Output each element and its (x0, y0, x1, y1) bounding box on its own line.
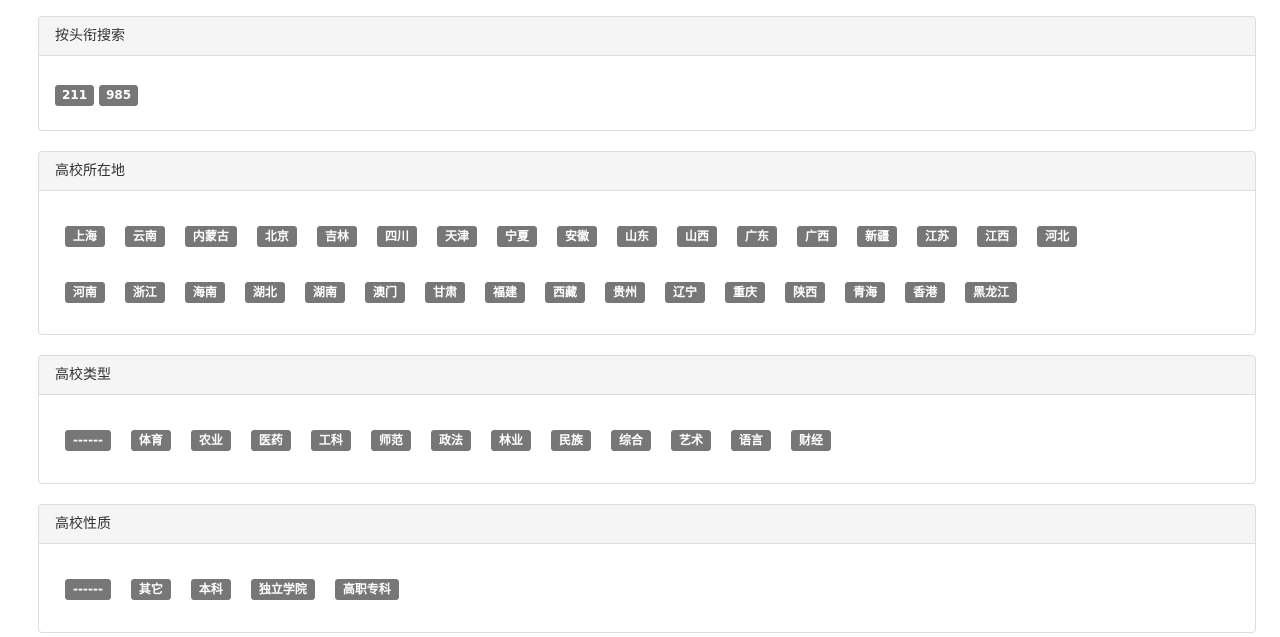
tag-type[interactable]: 林业 (491, 430, 532, 451)
tag-location[interactable]: 广西 (797, 226, 838, 247)
tag-location[interactable]: 贵州 (605, 282, 646, 303)
tag-nature[interactable]: 独立学院 (251, 579, 316, 600)
panel-location: 高校所在地 上海 云南 内蒙古 北京 吉林 四川 天津 宁夏 安徽 山东 山西 … (38, 151, 1256, 335)
tag-location[interactable]: 云南 (125, 226, 166, 247)
tag-location[interactable]: 河南 (65, 282, 106, 303)
tag-type[interactable]: 师范 (371, 430, 412, 451)
tag-type[interactable]: 医药 (251, 430, 292, 451)
tag-location[interactable]: 福建 (485, 282, 526, 303)
panel-body-title-search: 211 985 (39, 56, 1255, 130)
tag-location[interactable]: 北京 (257, 226, 298, 247)
tag-location[interactable]: 新疆 (857, 226, 898, 247)
tag-location[interactable]: 安徽 (557, 226, 598, 247)
panel-body-type: ------ 体育 农业 医药 工科 师范 政法 林业 民族 综合 艺术 语言 … (39, 395, 1255, 483)
tag-location[interactable]: 辽宁 (665, 282, 706, 303)
tag-location[interactable]: 青海 (845, 282, 886, 303)
tag-nature-any[interactable]: ------ (65, 579, 111, 600)
tag-location[interactable]: 广东 (737, 226, 778, 247)
panel-type: 高校类型 ------ 体育 农业 医药 工科 师范 政法 林业 民族 综合 艺… (38, 355, 1256, 484)
tag-location[interactable]: 江西 (977, 226, 1018, 247)
tag-type[interactable]: 农业 (191, 430, 232, 451)
tag-nature[interactable]: 高职专科 (335, 579, 400, 600)
tag-location[interactable]: 重庆 (725, 282, 766, 303)
tag-type-any[interactable]: ------ (65, 430, 111, 451)
panel-heading-location: 高校所在地 (39, 152, 1255, 191)
tag-location[interactable]: 江苏 (917, 226, 958, 247)
panel-title-search: 按头衔搜索 211 985 (38, 16, 1256, 131)
tag-location[interactable]: 河北 (1037, 226, 1078, 247)
tag-row-location-1: 上海 云南 内蒙古 北京 吉林 四川 天津 宁夏 安徽 山东 山西 广东 广西 … (65, 226, 1097, 247)
tag-985[interactable]: 985 (99, 85, 139, 106)
tag-location[interactable]: 内蒙古 (185, 226, 238, 247)
tag-location[interactable]: 西藏 (545, 282, 586, 303)
tag-location[interactable]: 天津 (437, 226, 478, 247)
tag-211[interactable]: 211 (55, 85, 95, 106)
panel-nature: 高校性质 ------ 其它 本科 独立学院 高职专科 (38, 504, 1256, 633)
tag-type[interactable]: 政法 (431, 430, 472, 451)
panel-heading-type: 高校类型 (39, 356, 1255, 395)
tag-location[interactable]: 湖北 (245, 282, 286, 303)
tag-nature[interactable]: 其它 (131, 579, 172, 600)
tag-location[interactable]: 浙江 (125, 282, 166, 303)
tag-location[interactable]: 甘肃 (425, 282, 466, 303)
tag-location[interactable]: 湖南 (305, 282, 346, 303)
tag-location[interactable]: 黑龙江 (965, 282, 1018, 303)
tag-location[interactable]: 山东 (617, 226, 658, 247)
tag-type[interactable]: 艺术 (671, 430, 712, 451)
tag-location[interactable]: 上海 (65, 226, 106, 247)
tag-row-type: ------ 体育 农业 医药 工科 师范 政法 林业 民族 综合 艺术 语言 … (65, 430, 851, 451)
tag-location[interactable]: 海南 (185, 282, 226, 303)
panel-body-location: 上海 云南 内蒙古 北京 吉林 四川 天津 宁夏 安徽 山东 山西 广东 广西 … (39, 191, 1255, 334)
tag-type[interactable]: 语言 (731, 430, 772, 451)
panel-body-nature: ------ 其它 本科 独立学院 高职专科 (39, 544, 1255, 632)
tag-location[interactable]: 澳门 (365, 282, 406, 303)
tag-type[interactable]: 综合 (611, 430, 652, 451)
tag-location[interactable]: 香港 (905, 282, 946, 303)
tag-nature[interactable]: 本科 (191, 579, 232, 600)
tag-location[interactable]: 山西 (677, 226, 718, 247)
tag-type[interactable]: 财经 (791, 430, 832, 451)
tag-row-location-2: 河南 浙江 海南 湖北 湖南 澳门 甘肃 福建 西藏 贵州 辽宁 重庆 陕西 青… (65, 282, 1037, 303)
panel-heading-title-search: 按头衔搜索 (39, 17, 1255, 56)
tag-location[interactable]: 四川 (377, 226, 418, 247)
tag-type[interactable]: 体育 (131, 430, 172, 451)
tag-row-nature: ------ 其它 本科 独立学院 高职专科 (65, 579, 419, 600)
page: 按头衔搜索 211 985 高校所在地 上海 云南 内蒙古 北京 吉林 四川 天… (0, 0, 1280, 637)
tag-location[interactable]: 陕西 (785, 282, 826, 303)
panel-heading-nature: 高校性质 (39, 505, 1255, 544)
tag-type[interactable]: 民族 (551, 430, 592, 451)
tag-type[interactable]: 工科 (311, 430, 352, 451)
tag-location[interactable]: 宁夏 (497, 226, 538, 247)
tag-row-title-search: 211 985 (55, 85, 143, 106)
tag-location[interactable]: 吉林 (317, 226, 358, 247)
